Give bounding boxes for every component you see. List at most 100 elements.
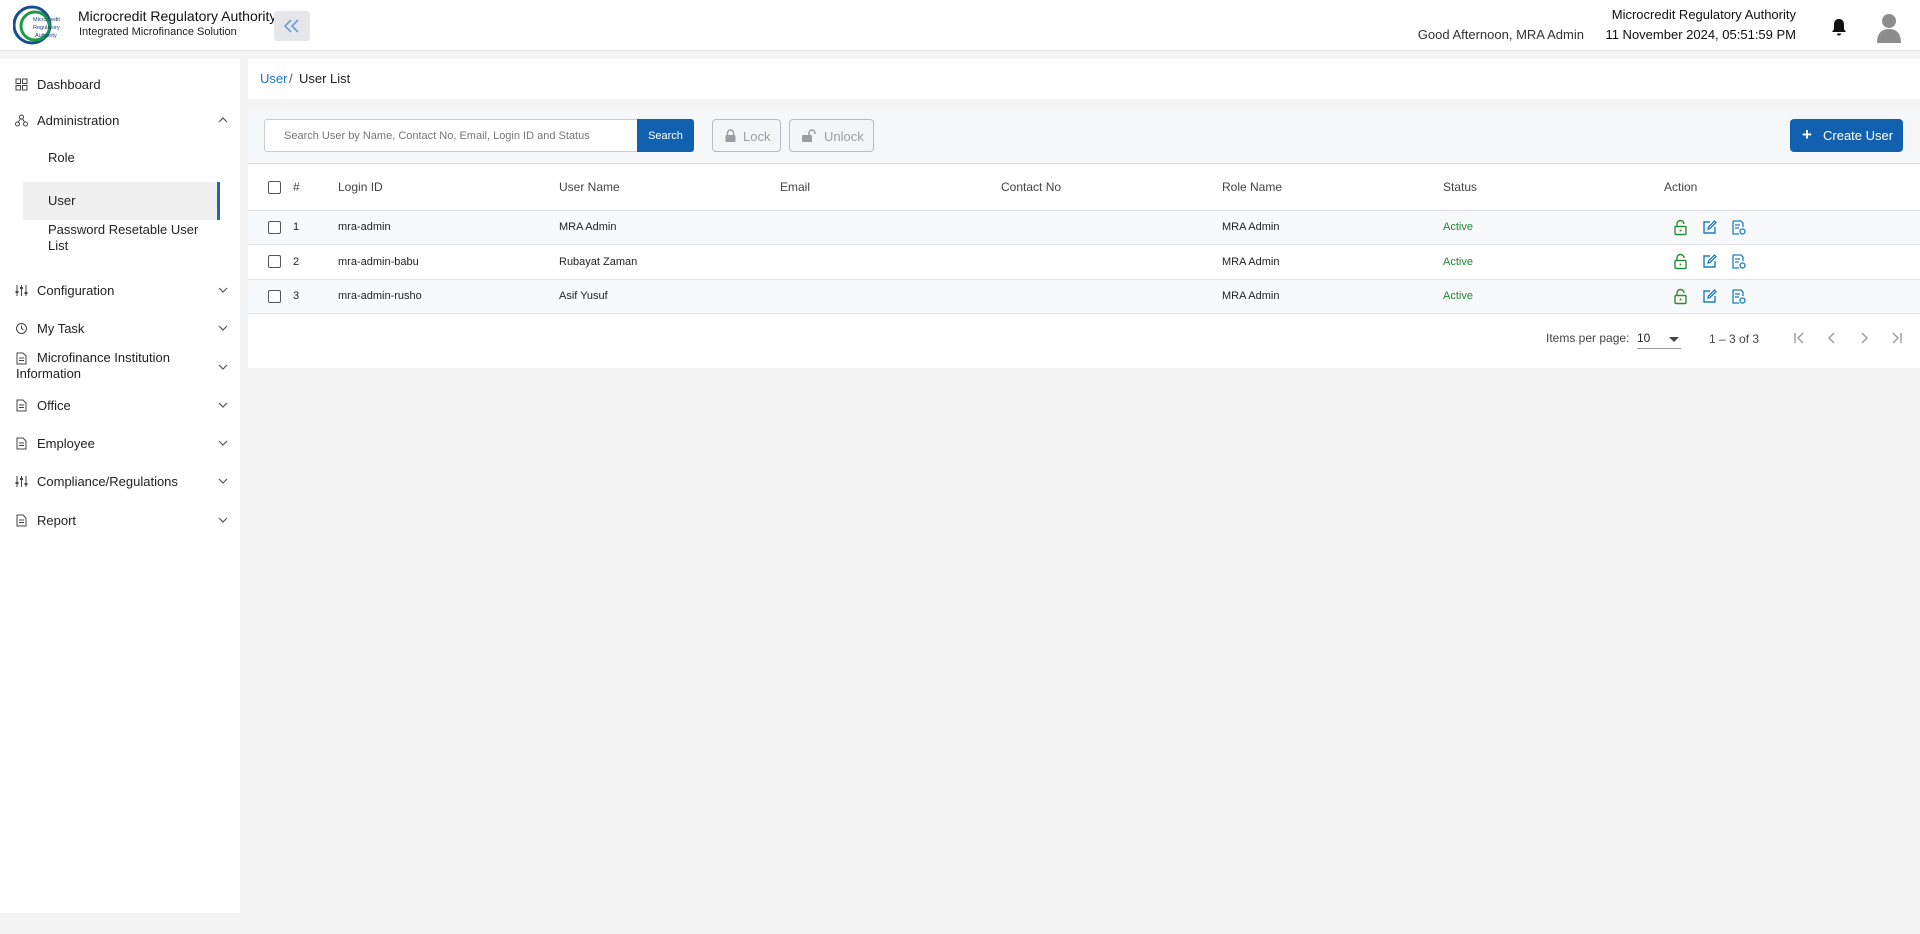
table-row: 3 mra-admin-rusho Asif Yusuf MRA Admin A… <box>248 279 1920 314</box>
sidebar-subitem-label: Role <box>48 150 75 165</box>
sidebar-subitem-user[interactable]: User <box>23 182 220 220</box>
previous-page-button[interactable] <box>1820 326 1844 350</box>
column-header[interactable]: Status <box>1443 164 1664 211</box>
login-id-cell: mra-admin <box>338 210 559 245</box>
user-avatar-icon[interactable] <box>1876 11 1902 43</box>
lock-button[interactable]: Lock <box>712 119 781 152</box>
column-header[interactable]: Role Name <box>1222 164 1443 211</box>
sidebar-subitem-label: Password Resetable User List <box>48 222 199 253</box>
notification-bell-icon[interactable] <box>1830 17 1848 37</box>
chevron-down-icon <box>218 517 228 523</box>
breadcrumb: User / User List <box>248 59 1920 99</box>
page-range-label: 1 – 3 of 3 <box>1709 332 1760 346</box>
column-header: Action <box>1664 164 1920 211</box>
dropdown-caret-icon <box>1669 337 1679 342</box>
breadcrumb-separator: / <box>289 71 293 86</box>
sidebar-item-configuration[interactable]: Configuration <box>0 281 240 299</box>
select-all-checkbox[interactable] <box>268 180 281 194</box>
top-header: Microcredit Regulatory Authority Microcr… <box>0 0 1920 51</box>
table-row: 2 mra-admin-babu Rubayat Zaman MRA Admin… <box>248 244 1920 280</box>
breadcrumb-current: User List <box>299 71 351 86</box>
sliders-icon <box>15 284 28 296</box>
unlock-icon[interactable] <box>1672 253 1689 270</box>
first-page-button[interactable] <box>1788 326 1812 350</box>
sidebar-item-label: Compliance/Regulations <box>37 473 178 489</box>
items-per-page-value: 10 <box>1637 331 1651 345</box>
user-name-cell: Rubayat Zaman <box>559 244 780 280</box>
breadcrumb-link-user[interactable]: User <box>260 71 287 86</box>
sidebar-item-label: Configuration <box>37 282 115 298</box>
role-name-cell: MRA Admin <box>1222 279 1443 314</box>
view-details-icon[interactable] <box>1730 253 1747 270</box>
sidebar-subitem-password-resetable-user-list[interactable]: Password Resetable User List <box>23 222 220 258</box>
unlock-icon[interactable] <box>1672 219 1689 236</box>
chevron-down-icon <box>218 287 228 293</box>
search-button[interactable]: Search <box>637 119 694 152</box>
sidebar-item-administration[interactable]: Administration <box>0 111 240 129</box>
sidebar: Dashboard Administration Role User Passw… <box>0 59 240 913</box>
user-table: # Login ID User Name Email Contact No Ro… <box>248 164 1920 314</box>
user-name-cell: Asif Yusuf <box>559 279 780 314</box>
svg-text:Authority: Authority <box>35 33 57 39</box>
sidebar-item-employee[interactable]: Employee <box>0 434 240 452</box>
sidebar-subitem-role[interactable]: Role <box>23 150 220 168</box>
items-per-page-select[interactable]: 10 <box>1637 327 1681 349</box>
mra-logo: Microcredit Regulatory Authority <box>13 5 60 45</box>
sidebar-item-label: Office <box>37 397 71 413</box>
chevron-down-icon <box>218 478 228 484</box>
row-checkbox[interactable] <box>268 220 281 234</box>
last-page-icon <box>1892 332 1902 344</box>
row-actions <box>1664 253 1920 270</box>
sidebar-item-report[interactable]: Report <box>0 511 240 529</box>
column-header[interactable]: Contact No <box>1001 164 1222 211</box>
row-number: 2 <box>293 244 338 280</box>
sidebar-item-my-task[interactable]: My Task <box>0 319 240 337</box>
chevron-down-icon <box>218 440 228 446</box>
sidebar-item-compliance-regulations[interactable]: Compliance/Regulations <box>0 472 240 490</box>
column-header[interactable]: User Name <box>559 164 780 211</box>
items-per-page-label: Items per page: <box>1546 331 1630 345</box>
unlock-button-label: Unlock <box>824 129 864 144</box>
create-user-button[interactable]: + Create User <box>1790 119 1903 152</box>
sidebar-collapse-button[interactable] <box>274 11 310 41</box>
double-chevron-left-icon <box>283 19 299 33</box>
contact-no-cell <box>1001 279 1222 314</box>
login-id-cell: mra-admin-rusho <box>338 279 559 314</box>
email-cell <box>780 244 1001 280</box>
plus-icon: + <box>1802 125 1812 144</box>
edit-icon[interactable] <box>1701 219 1718 236</box>
row-checkbox[interactable] <box>268 289 281 303</box>
chevron-down-icon <box>218 364 228 370</box>
brand-subtitle: Integrated Microfinance Solution <box>79 26 237 38</box>
column-header[interactable]: Email <box>780 164 1001 211</box>
unlock-icon[interactable] <box>1672 288 1689 305</box>
table-header-row: # Login ID User Name Email Contact No Ro… <box>248 164 1920 211</box>
column-header[interactable]: Login ID <box>338 164 559 211</box>
unlock-button[interactable]: Unlock <box>789 119 874 152</box>
create-user-label: Create User <box>1823 128 1894 143</box>
sidebar-item-office[interactable]: Office <box>0 396 240 414</box>
document-icon <box>16 399 27 411</box>
edit-icon[interactable] <box>1701 253 1718 270</box>
next-page-button[interactable] <box>1852 326 1876 350</box>
document-icon <box>16 437 27 449</box>
lock-button-label: Lock <box>743 129 771 144</box>
grid-icon <box>15 78 28 90</box>
lock-icon <box>725 129 736 142</box>
sidebar-item-dashboard[interactable]: Dashboard <box>0 75 240 93</box>
status-cell: Active <box>1443 279 1664 314</box>
row-actions <box>1664 219 1920 236</box>
chevron-down-icon <box>218 325 228 331</box>
sidebar-item-label: Administration <box>37 112 120 128</box>
last-page-button[interactable] <box>1884 326 1908 350</box>
row-checkbox[interactable] <box>268 255 281 269</box>
view-details-icon[interactable] <box>1730 288 1747 305</box>
sidebar-item-microfinance-institution-information[interactable]: Microfinance Institution Information <box>0 349 240 385</box>
search-input[interactable] <box>264 119 637 152</box>
status-cell: Active <box>1443 210 1664 245</box>
sidebar-subitem-label: User <box>48 193 76 208</box>
edit-icon[interactable] <box>1701 288 1718 305</box>
view-details-icon[interactable] <box>1730 219 1747 236</box>
login-id-cell: mra-admin-babu <box>338 244 559 280</box>
sliders-icon <box>15 475 28 487</box>
